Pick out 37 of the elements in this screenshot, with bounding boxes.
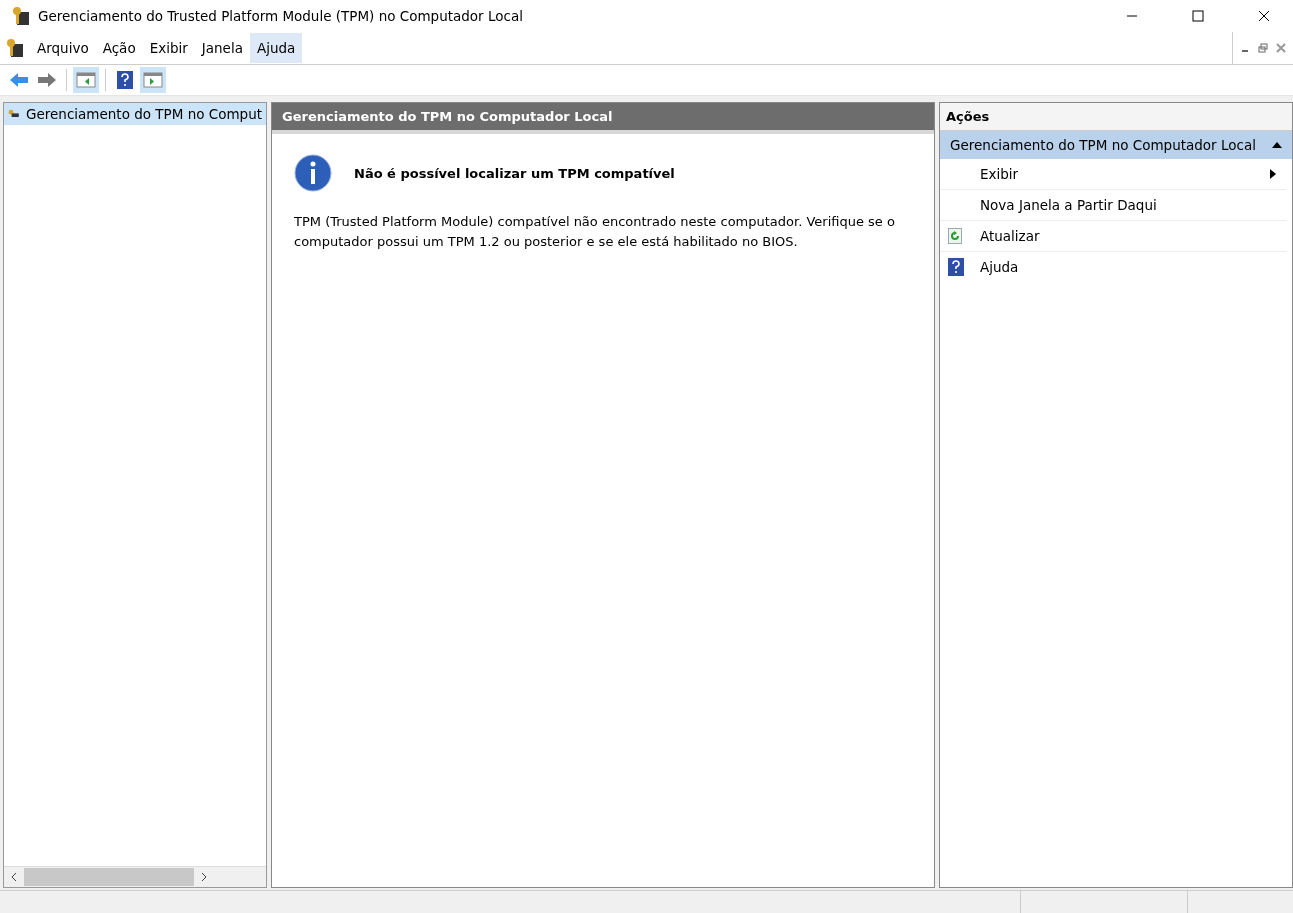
- help-icon: [117, 71, 133, 89]
- action-link[interactable]: Atualizar: [980, 228, 1040, 244]
- scroll-left-icon[interactable]: [10, 872, 18, 882]
- maximize-icon: [1192, 10, 1204, 22]
- restore-icon[interactable]: [1257, 42, 1269, 54]
- close-icon[interactable]: [1275, 42, 1287, 54]
- message-text: TPM (Trusted Platform Module) compatível não encontrado neste computador. Verifique se o computador possui um TPM 1.2 ou posterior e se ele está habilitado no BIOS.: [294, 213, 896, 251]
- menu-item[interactable]: Exibir: [142, 33, 195, 63]
- menu-item[interactable]: Ajuda: [249, 33, 303, 63]
- info-icon: [294, 154, 332, 192]
- action-link[interactable]: Exibir: [980, 166, 1019, 182]
- pane-right-icon: [143, 72, 163, 88]
- pane-header: Gerenciamento do TPM no Computador Local: [272, 103, 934, 134]
- help-icon: [948, 258, 964, 276]
- horizontal-scrollbar[interactable]: [4, 866, 266, 887]
- show-tree-button[interactable]: [73, 67, 99, 93]
- left-arrow-icon: [9, 72, 29, 88]
- key-folder-icon: [6, 38, 24, 58]
- submenu-arrow-icon: [1270, 169, 1276, 179]
- menu-item[interactable]: Arquivo: [30, 33, 96, 63]
- refresh-icon: [948, 228, 962, 244]
- action-link[interactable]: Nova Janela a Partir Daqui: [980, 197, 1157, 213]
- right-arrow-icon: [37, 72, 57, 88]
- tree-item[interactable]: Gerenciamento do TPM no Comput: [4, 103, 266, 125]
- key-folder-icon: [12, 6, 30, 26]
- window-title: Gerenciamento do Trusted Platform Module (TPM) no Computador Local: [38, 8, 523, 24]
- action-link[interactable]: Ajuda: [980, 259, 1019, 275]
- message-title: Não é possível localizar um TPM compatível: [354, 165, 675, 181]
- close-icon: [1258, 10, 1270, 22]
- pane-left-icon: [76, 72, 96, 88]
- show-actions-button[interactable]: [140, 67, 166, 93]
- actions-section-header[interactable]: Gerenciamento do TPM no Computador Local: [940, 131, 1292, 159]
- actions-header: Ações: [940, 103, 1292, 131]
- menu-item[interactable]: Ação: [95, 33, 143, 63]
- collapse-icon: [1272, 142, 1282, 148]
- scroll-right-icon[interactable]: [200, 872, 208, 882]
- menu-item[interactable]: Janela: [194, 33, 250, 63]
